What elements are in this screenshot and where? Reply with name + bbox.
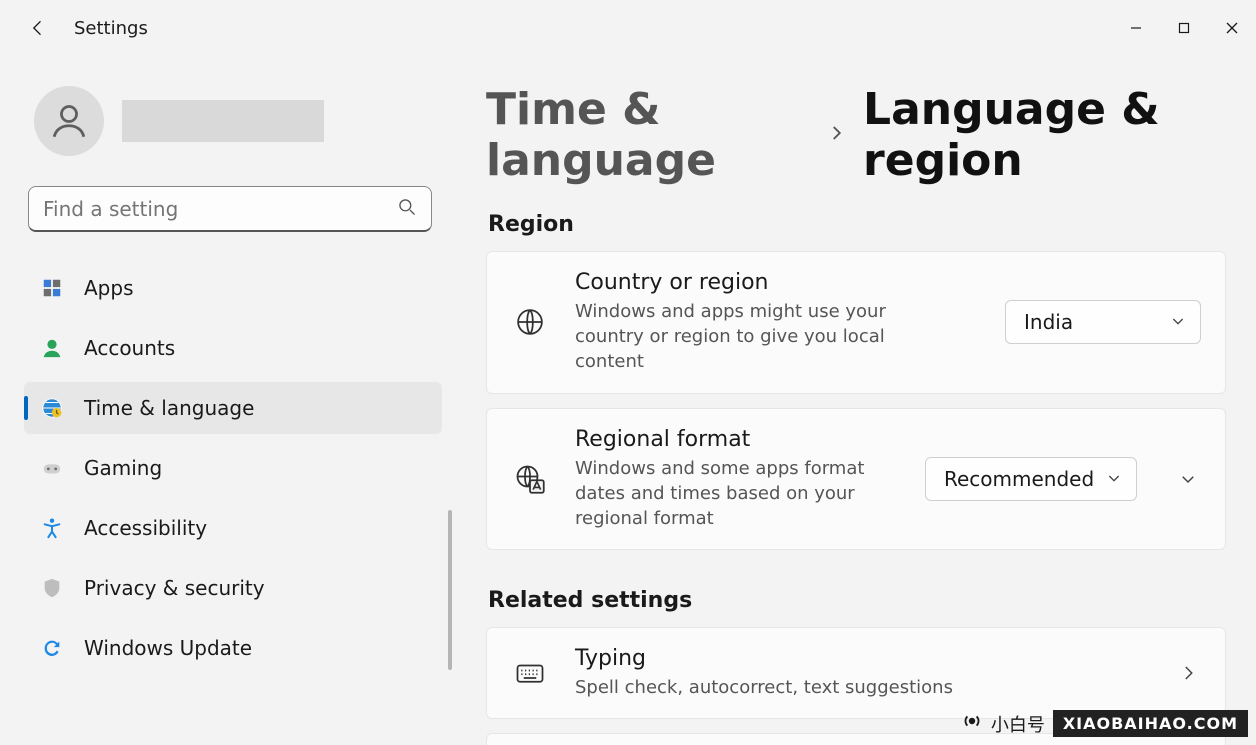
chevron-down-icon — [1106, 467, 1122, 491]
chevron-down-icon — [1170, 310, 1186, 334]
sidebar-item-apps[interactable]: Apps — [24, 262, 442, 314]
country-dropdown[interactable]: India — [1005, 300, 1201, 344]
globe-icon — [513, 305, 547, 339]
minimize-button[interactable] — [1112, 8, 1160, 48]
sidebar-item-label: Accessibility — [84, 516, 207, 540]
accounts-icon — [40, 336, 64, 360]
window-controls — [1112, 8, 1256, 48]
chevron-right-icon — [1175, 660, 1201, 686]
card-desc: Windows and apps might use your country … — [575, 299, 955, 375]
globe-translate-icon — [513, 462, 547, 496]
sidebar-item-privacy[interactable]: Privacy & security — [24, 562, 442, 614]
card-typing[interactable]: Typing Spell check, autocorrect, text su… — [486, 627, 1226, 719]
dropdown-value: Recommended — [944, 467, 1094, 491]
gaming-icon — [40, 456, 64, 480]
search-input[interactable] — [43, 197, 397, 221]
app-title: Settings — [74, 18, 148, 39]
broadcast-icon — [961, 710, 983, 737]
breadcrumb-parent[interactable]: Time & language — [486, 84, 809, 186]
sidebar: Apps Accounts Time & language Gaming — [0, 56, 452, 745]
maximize-button[interactable] — [1160, 8, 1208, 48]
card-desc: Windows and some apps format dates and t… — [575, 456, 897, 532]
accessibility-icon — [40, 516, 64, 540]
sidebar-item-label: Time & language — [84, 396, 254, 420]
profile-name-placeholder — [122, 100, 324, 142]
card-desc: Spell check, autocorrect, text suggestio… — [575, 675, 1147, 700]
expand-button[interactable] — [1175, 466, 1201, 492]
chevron-right-icon — [827, 124, 845, 146]
regional-format-dropdown[interactable]: Recommended — [925, 457, 1137, 501]
sidebar-nav: Apps Accounts Time & language Gaming — [24, 262, 442, 674]
window-titlebar: Settings — [0, 0, 1256, 56]
profile-block[interactable] — [24, 56, 442, 186]
sidebar-item-label: Apps — [84, 276, 134, 300]
watermark-badge: 小白号 XIAOBAIHAO.COM — [961, 710, 1248, 737]
windows-update-icon — [40, 636, 64, 660]
section-title-related: Related settings — [488, 588, 1226, 613]
search-icon — [397, 197, 417, 221]
sidebar-item-label: Accounts — [84, 336, 175, 360]
card-title: Typing — [575, 646, 1147, 671]
breadcrumb: Time & language Language & region — [486, 84, 1226, 186]
sidebar-item-gaming[interactable]: Gaming — [24, 442, 442, 494]
time-language-icon — [40, 396, 64, 420]
privacy-security-icon — [40, 576, 64, 600]
keyboard-icon — [513, 656, 547, 690]
dropdown-value: India — [1024, 310, 1073, 334]
card-title: Regional format — [575, 427, 897, 452]
sidebar-item-accessibility[interactable]: Accessibility — [24, 502, 442, 554]
card-country-region: Country or region Windows and apps might… — [486, 251, 1226, 394]
watermark-text-light: 小白号 — [991, 711, 1045, 737]
card-regional-format: Regional format Windows and some apps fo… — [486, 408, 1226, 551]
close-button[interactable] — [1208, 8, 1256, 48]
breadcrumb-current: Language & region — [863, 84, 1226, 186]
main-layout: Apps Accounts Time & language Gaming — [0, 56, 1256, 745]
back-button[interactable] — [28, 18, 48, 38]
card-title: Country or region — [575, 270, 977, 295]
sidebar-item-windows-update[interactable]: Windows Update — [24, 622, 442, 674]
sidebar-item-label: Gaming — [84, 456, 162, 480]
watermark-text-dark: XIAOBAIHAO.COM — [1053, 710, 1248, 737]
sidebar-item-label: Privacy & security — [84, 576, 265, 600]
content-area: Time & language Language & region Region… — [452, 56, 1256, 745]
sidebar-item-label: Windows Update — [84, 636, 252, 660]
avatar — [34, 86, 104, 156]
sidebar-item-time-language[interactable]: Time & language — [24, 382, 442, 434]
search-box[interactable] — [28, 186, 432, 232]
apps-icon — [40, 276, 64, 300]
section-title-region: Region — [488, 212, 1226, 237]
sidebar-item-accounts[interactable]: Accounts — [24, 322, 442, 374]
